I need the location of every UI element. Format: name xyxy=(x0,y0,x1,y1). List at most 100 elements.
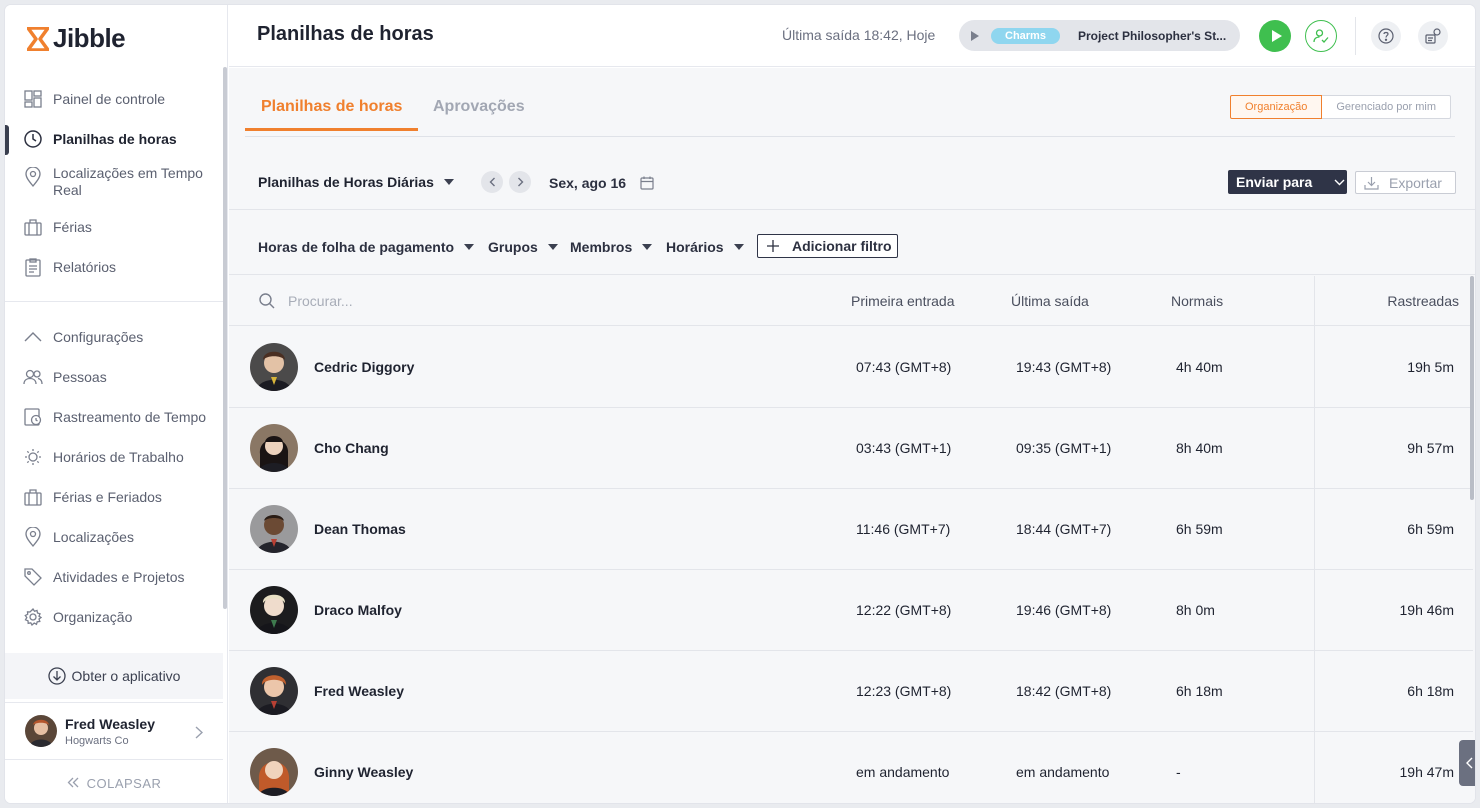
clipboard-icon xyxy=(23,257,43,277)
tab-approvals[interactable]: Aprovações xyxy=(417,98,541,128)
filter-members[interactable]: Membros xyxy=(570,239,653,255)
sidebar-item-dashboard[interactable]: Painel de controle xyxy=(5,79,228,119)
sidebar-item-holidays[interactable]: Férias e Feriados xyxy=(5,477,228,517)
time-tracking-icon xyxy=(23,407,43,427)
regular-cell: 8h 0m xyxy=(1176,602,1215,618)
first-in-cell: 03:43 (GMT+1) xyxy=(856,440,952,456)
sidebar-item-settings[interactable]: Configurações xyxy=(5,317,228,357)
help-button[interactable] xyxy=(1371,21,1401,51)
send-to-button[interactable]: Enviar para xyxy=(1228,170,1347,194)
tracked-cell: 19h 5m xyxy=(1407,359,1454,375)
regular-cell: - xyxy=(1176,764,1181,780)
sidebar-item-label: Localizações xyxy=(53,529,134,545)
sidebar-item-work-schedules[interactable]: Horários de Trabalho xyxy=(5,437,228,477)
member-name: Dean Thomas xyxy=(314,521,406,537)
timesheet-toolbar: Planilhas de Horas Diárias Sex, ago 16 E… xyxy=(229,138,1475,210)
sidebar-item-label: Pessoas xyxy=(53,369,107,385)
get-app-button[interactable]: Obter o aplicativo xyxy=(5,653,223,699)
sidebar-item-label: Atividades e Projetos xyxy=(53,569,185,585)
people-icon xyxy=(23,367,43,387)
caret-down-icon xyxy=(443,179,454,185)
sidebar-item-time-tracking[interactable]: Rastreamento de Tempo xyxy=(5,397,228,437)
chevron-left-icon xyxy=(489,177,495,187)
table-row[interactable]: Cho Chang 03:43 (GMT+1) 09:35 (GMT+1) 8h… xyxy=(229,408,1473,489)
table-row[interactable]: Fred Weasley 12:23 (GMT+8) 18:42 (GMT+8)… xyxy=(229,651,1473,732)
sidebar-item-people[interactable]: Pessoas xyxy=(5,357,228,397)
col-tracked[interactable]: Rastreadas xyxy=(1387,293,1459,309)
first-in-cell: 07:43 (GMT+8) xyxy=(856,359,952,375)
col-first-in[interactable]: Primeira entrada xyxy=(851,293,955,309)
integrations-button[interactable] xyxy=(1418,21,1448,51)
sidebar-item-label: Férias e Feriados xyxy=(53,489,162,505)
tab-timesheets[interactable]: Planilhas de horas xyxy=(245,98,419,131)
sidebar-scrollbar[interactable] xyxy=(223,67,227,609)
view-selector[interactable]: Planilhas de Horas Diárias xyxy=(258,174,454,190)
last-out-cell: 18:44 (GMT+7) xyxy=(1016,521,1112,537)
current-user[interactable]: Fred Weasley Hogwarts Co xyxy=(5,702,223,760)
dashboard-icon xyxy=(23,89,43,109)
member-name: Ginny Weasley xyxy=(314,764,414,780)
scope-organization[interactable]: Organização xyxy=(1230,95,1323,119)
filter-payroll-hours[interactable]: Horas de folha de pagamento xyxy=(258,239,475,255)
suitcase-icon xyxy=(23,487,43,507)
search-input[interactable]: Procurar... xyxy=(288,293,353,309)
sidebar-item-time-off[interactable]: Férias xyxy=(5,207,228,247)
clock-in-button[interactable] xyxy=(1259,20,1291,52)
table-row[interactable]: Draco Malfoy 12:22 (GMT+8) 19:46 (GMT+8)… xyxy=(229,570,1473,651)
sidebar-item-organization[interactable]: Organização xyxy=(5,597,228,637)
settings-nav: Configurações Pessoas Rastreamento de Te… xyxy=(5,317,228,637)
calendar-icon[interactable] xyxy=(640,176,654,195)
sidebar-item-label: Planilhas de horas xyxy=(53,131,177,147)
filter-schedules[interactable]: Horários xyxy=(666,239,744,255)
activity-badge: Charms xyxy=(991,27,1060,44)
first-in-cell: 12:23 (GMT+8) xyxy=(856,683,952,699)
tracked-cell: 6h 18m xyxy=(1407,683,1454,699)
current-date[interactable]: Sex, ago 16 xyxy=(549,175,626,191)
sidebar-item-live-locations[interactable]: Localizações em Tempo Real xyxy=(5,159,228,207)
scope-managed-by-me[interactable]: Gerenciado por mim xyxy=(1322,95,1452,119)
sidebar-item-activities-projects[interactable]: Atividades e Projetos xyxy=(5,557,228,597)
export-button[interactable]: Exportar xyxy=(1355,171,1456,194)
chevron-up-icon xyxy=(23,327,43,347)
table-row[interactable]: Cedric Diggory 07:43 (GMT+8) 19:43 (GMT+… xyxy=(229,327,1473,408)
side-panel-toggle[interactable] xyxy=(1459,740,1475,786)
sidebar-item-reports[interactable]: Relatórios xyxy=(5,247,228,287)
filter-groups[interactable]: Grupos xyxy=(488,239,558,255)
last-out-cell: 09:35 (GMT+1) xyxy=(1016,440,1112,456)
timesheet-rows: Cedric Diggory 07:43 (GMT+8) 19:43 (GMT+… xyxy=(229,327,1473,803)
sidebar-item-label: Painel de controle xyxy=(53,91,166,107)
filter-label: Horas de folha de pagamento xyxy=(258,239,455,255)
next-date-button[interactable] xyxy=(509,171,531,193)
avatar xyxy=(250,667,298,715)
sidebar: Jibble Painel de controle Planilhas de h… xyxy=(5,5,228,803)
play-icon xyxy=(1271,30,1282,42)
table-scrollbar[interactable] xyxy=(1470,276,1474,500)
jibble-logo[interactable]: Jibble xyxy=(27,23,126,54)
sidebar-item-timesheets[interactable]: Planilhas de horas xyxy=(5,119,228,159)
project-name: Project Philosopher's St... xyxy=(1077,28,1227,43)
col-last-out[interactable]: Última saída xyxy=(1011,293,1089,309)
avatar xyxy=(25,715,57,747)
table-row[interactable]: Ginny Weasley em andamento em andamento … xyxy=(229,732,1473,803)
attendance-button[interactable] xyxy=(1305,20,1337,52)
add-filter-button[interactable]: Adicionar filtro xyxy=(757,234,898,258)
regular-cell: 8h 40m xyxy=(1176,440,1223,456)
collapse-sidebar-button[interactable]: COLAPSAR xyxy=(5,767,223,799)
last-clock-out: Última saída 18:42, Hoje xyxy=(782,27,936,43)
member-name: Cho Chang xyxy=(314,440,389,456)
sidebar-item-locations[interactable]: Localizações xyxy=(5,517,228,557)
location-pin-icon xyxy=(23,167,43,187)
table-header: Procurar... Primeira entrada Última saíd… xyxy=(229,276,1473,326)
table-row[interactable]: Dean Thomas 11:46 (GMT+7) 18:44 (GMT+7) … xyxy=(229,489,1473,570)
avatar xyxy=(250,505,298,553)
app-window: Jibble Painel de controle Planilhas de h… xyxy=(5,5,1475,803)
location-pin-icon xyxy=(23,527,43,547)
prev-date-button[interactable] xyxy=(481,171,503,193)
member-name: Draco Malfoy xyxy=(314,602,402,618)
caret-down-icon xyxy=(642,244,653,250)
add-filter-label: Adicionar filtro xyxy=(792,238,892,254)
active-timer[interactable]: Charms Project Philosopher's St... xyxy=(959,20,1240,51)
col-regular[interactable]: Normais xyxy=(1171,293,1223,309)
send-to-label: Enviar para xyxy=(1236,174,1313,190)
view-label: Planilhas de Horas Diárias xyxy=(258,174,434,190)
